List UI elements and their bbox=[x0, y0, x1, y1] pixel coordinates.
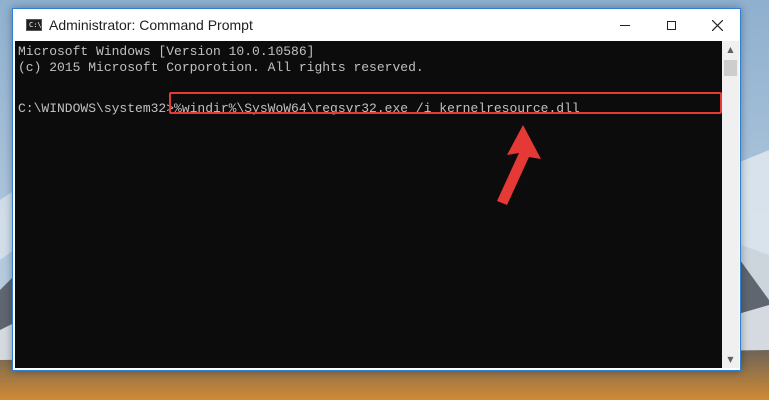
scroll-thumb[interactable] bbox=[724, 60, 737, 76]
scroll-up-button[interactable]: ▲ bbox=[722, 41, 739, 58]
scroll-down-button[interactable]: ▼ bbox=[722, 351, 739, 368]
console-line-copyright: (c) 2015 Microsoft Corporotion. All righ… bbox=[18, 60, 424, 75]
title-bar[interactable]: C:\ Administrator: Command Prompt bbox=[13, 9, 740, 41]
console-line-version: Microsoft Windows [Version 10.0.10586] bbox=[18, 44, 315, 59]
vertical-scrollbar[interactable]: ▲ ▼ bbox=[722, 41, 739, 368]
command-prompt-window: C:\ Administrator: Command Prompt Micros… bbox=[12, 8, 741, 371]
command-prompt-icon: C:\ bbox=[26, 19, 42, 31]
minimize-icon bbox=[620, 24, 630, 26]
close-button[interactable] bbox=[694, 9, 740, 41]
chevron-down-icon: ▼ bbox=[727, 355, 734, 364]
maximize-button[interactable] bbox=[648, 9, 694, 41]
chevron-up-icon: ▲ bbox=[727, 45, 734, 54]
close-icon bbox=[711, 19, 723, 31]
minimize-button[interactable] bbox=[602, 9, 648, 41]
arrow-icon bbox=[497, 125, 541, 205]
console-output[interactable]: Microsoft Windows [Version 10.0.10586] (… bbox=[15, 41, 722, 368]
maximize-icon bbox=[666, 20, 676, 30]
window-title: Administrator: Command Prompt bbox=[49, 17, 253, 33]
command-highlight-box bbox=[169, 92, 722, 114]
